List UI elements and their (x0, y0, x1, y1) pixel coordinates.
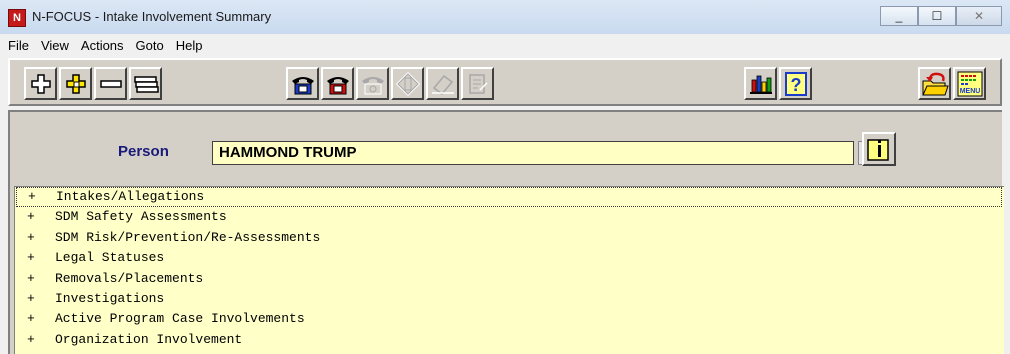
phone-disabled-button[interactable] (356, 67, 389, 100)
menu-icon: MENU (957, 71, 982, 96)
add-button[interactable] (24, 67, 57, 100)
person-info-button[interactable] (862, 132, 896, 166)
phone-disabled-icon (361, 76, 384, 94)
tree-item-label: Investigations (55, 290, 165, 306)
tree-item-removals-placements[interactable]: + Removals/Placements (15, 269, 1004, 289)
menu-goto[interactable]: Goto (130, 38, 170, 53)
title-bar: N N-FOCUS - Intake Involvement Summary _… (0, 0, 1010, 35)
phone-red-button[interactable] (321, 67, 354, 100)
menu-file[interactable]: File (0, 38, 35, 53)
tree-item-label: SDM Risk/Prevention/Re-Assessments (55, 229, 321, 245)
eraser-disabled-icon (431, 74, 454, 95)
back-folder-icon (921, 72, 949, 95)
help-button[interactable]: ? (779, 67, 812, 100)
menu-help[interactable]: Help (170, 38, 209, 53)
list-icon (133, 75, 159, 93)
remove-icon (99, 79, 122, 88)
menu-view[interactable]: View (35, 38, 75, 53)
expand-icon[interactable]: + (27, 269, 35, 289)
svg-text:?: ? (790, 75, 801, 95)
tree-item-label: Organization Involvement (55, 331, 243, 347)
eraser-disabled-button[interactable] (426, 67, 459, 100)
notes-disabled-icon (468, 73, 488, 94)
phone-blue-button[interactable] (286, 67, 319, 100)
maximize-button[interactable]: ☐ (918, 6, 956, 26)
tree-item-sdm-safety-assessments[interactable]: + SDM Safety Assessments (15, 207, 1004, 227)
close-button[interactable]: ✕ (956, 6, 1002, 26)
tree-item-organization-involvement[interactable]: + Organization Involvement (15, 330, 1004, 350)
person-select[interactable]: HAMMOND TRUMP (212, 141, 854, 165)
expand-icon[interactable]: + (27, 289, 35, 309)
tree-item-sdm-risk-assessments[interactable]: + SDM Risk/Prevention/Re-Assessments (15, 228, 1004, 248)
stoplight-disabled-button[interactable] (391, 67, 424, 100)
bar-chart-button[interactable] (744, 67, 777, 100)
minimize-button[interactable]: _ (880, 6, 918, 26)
tree-item-intakes-allegations[interactable]: + Intakes/Allegations (16, 187, 1002, 208)
menu-bar: File View Actions Goto Help (0, 34, 1010, 56)
menu-button[interactable]: MENU (953, 67, 986, 100)
remove-button[interactable] (94, 67, 127, 100)
notes-disabled-button[interactable] (461, 67, 494, 100)
tree-item-label: SDM Safety Assessments (55, 209, 227, 225)
expand-icon[interactable]: + (28, 187, 36, 207)
tree-item-label: Legal Statuses (55, 250, 165, 266)
menu-actions[interactable]: Actions (75, 38, 130, 53)
expand-icon[interactable]: + (27, 207, 35, 227)
person-label: Person (118, 143, 169, 160)
expand-icon[interactable]: + (27, 228, 35, 248)
tree-item-label: Removals/Placements (55, 270, 204, 286)
window-controls: _ ☐ ✕ (880, 6, 1002, 26)
window-title: N-FOCUS - Intake Involvement Summary (32, 9, 272, 24)
bar-chart-icon (749, 75, 772, 94)
phone-blue-icon (291, 76, 314, 94)
list-button[interactable] (129, 67, 162, 100)
info-icon (867, 139, 889, 161)
add-special-icon (65, 73, 86, 94)
menu-icon-label: MENU (959, 88, 980, 95)
tree-item-label: Intakes/Allegations (56, 189, 205, 204)
tree-item-active-program-case-involvements[interactable]: + Active Program Case Involvements (15, 309, 1004, 329)
add-special-button[interactable] (59, 67, 92, 100)
help-icon: ? (784, 71, 807, 96)
expand-icon[interactable]: + (27, 309, 35, 329)
phone-red-icon (326, 76, 349, 94)
tree-item-legal-statuses[interactable]: + Legal Statuses (15, 248, 1004, 268)
back-folder-button[interactable] (918, 67, 951, 100)
add-icon (30, 73, 51, 94)
tree-item-investigations[interactable]: + Investigations (15, 289, 1004, 309)
expand-icon[interactable]: + (27, 248, 35, 268)
expand-icon[interactable]: + (27, 330, 35, 350)
stoplight-disabled-icon (395, 71, 420, 96)
app-icon: N (8, 9, 26, 27)
toolbar: ? MENU (8, 58, 1002, 106)
involvement-tree: + Intakes/Allegations + SDM Safety Asses… (14, 186, 1004, 354)
tree-item-label: Active Program Case Involvements (55, 311, 305, 327)
